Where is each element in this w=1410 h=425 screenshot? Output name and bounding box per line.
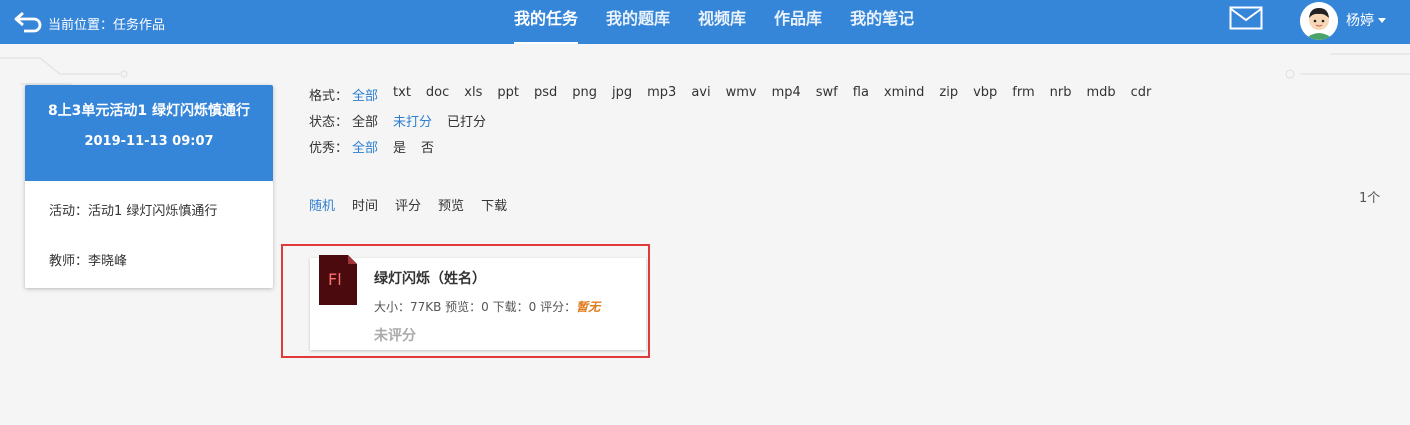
status-filter: 状态： 全部 未打分 已打分 xyxy=(309,111,501,130)
task-card: 8上3单元活动1 绿灯闪烁慎通行 2019-11-13 09:07 活动：活动1… xyxy=(25,85,273,288)
format-option[interactable]: 全部 xyxy=(352,85,378,104)
user-name: 杨婷 xyxy=(1346,13,1374,29)
sort-option[interactable]: 时间 xyxy=(352,195,378,214)
status-option[interactable]: 已打分 xyxy=(447,111,486,130)
fl-icon-label: Fl xyxy=(328,270,342,289)
task-title: 8上3单元活动1 绿灯闪烁慎通行 xyxy=(47,103,251,119)
format-option[interactable]: txt xyxy=(393,85,411,104)
format-option[interactable]: xmind xyxy=(884,85,924,104)
format-option[interactable]: xls xyxy=(464,85,482,104)
sort-option[interactable]: 预览 xyxy=(438,195,464,214)
format-option[interactable]: wmv xyxy=(726,85,757,104)
format-option[interactable]: avi xyxy=(691,85,710,104)
sort-option[interactable]: 评分 xyxy=(395,195,421,214)
task-date: 2019-11-13 09:07 xyxy=(84,134,214,149)
user-avatar-icon xyxy=(1300,2,1338,40)
nav-tab-4[interactable]: 我的笔记 xyxy=(836,0,928,44)
main-nav: 我的任务 我的题库 视频库 作品库 我的笔记 xyxy=(500,0,928,44)
nav-tab-2[interactable]: 视频库 xyxy=(684,0,760,44)
avatar[interactable] xyxy=(1300,2,1338,40)
work-stats: 大小：77KB 预览：0 下载：0 评分： xyxy=(374,300,577,314)
nav-tab-0[interactable]: 我的任务 xyxy=(500,0,592,44)
format-option[interactable]: swf xyxy=(816,85,838,104)
sort-option[interactable]: 下载 xyxy=(481,195,507,214)
format-filter-label: 格式： xyxy=(309,89,349,104)
back-arrow-icon xyxy=(14,11,42,33)
format-option[interactable]: ppt xyxy=(497,85,519,104)
format-option[interactable]: psd xyxy=(534,85,557,104)
format-option[interactable]: png xyxy=(572,85,597,104)
status-filter-label: 状态： xyxy=(309,115,349,130)
excellent-filter: 优秀： 全部是否 xyxy=(309,137,449,156)
task-card-header: 8上3单元活动1 绿灯闪烁慎通行 2019-11-13 09:07 xyxy=(25,85,273,181)
excellent-filter-label: 优秀： xyxy=(309,141,349,156)
format-filter: 格式： 全部 txt doc xls ppt psd png jpg mp3 avi wmv mp4 sw… xyxy=(309,85,1166,104)
nav-tab-1[interactable]: 我的题库 xyxy=(592,0,684,44)
work-score: 暂无 xyxy=(576,300,601,314)
task-teacher: 教师：李晓峰 xyxy=(49,254,128,269)
sort-options: 随机 时间 评分 预览 下载 xyxy=(309,195,524,214)
work-status: 未评分 xyxy=(374,328,416,344)
format-option[interactable]: mp3 xyxy=(647,85,676,104)
mail-icon[interactable] xyxy=(1229,6,1263,30)
work-meta: 大小：77KB 预览：0 下载：0 评分：暂无 xyxy=(374,298,600,315)
status-option[interactable]: 全部 xyxy=(352,111,378,130)
top-bar: 当前位置：任务作品 我的任务 我的题库 视频库 作品库 我的笔记 杨婷 xyxy=(0,0,1410,44)
user-menu[interactable]: 杨婷 xyxy=(1346,10,1386,30)
format-option[interactable]: mdb xyxy=(1086,85,1115,104)
excellent-option[interactable]: 是 xyxy=(393,137,406,156)
format-option[interactable]: jpg xyxy=(612,85,632,104)
work-title[interactable]: 绿灯闪烁（姓名） xyxy=(374,268,486,288)
status-option[interactable]: 未打分 xyxy=(393,111,432,130)
back-button[interactable]: 当前位置：任务作品 xyxy=(14,11,165,33)
format-option[interactable]: zip xyxy=(939,85,958,104)
format-option[interactable]: cdr xyxy=(1131,85,1152,104)
format-option[interactable]: doc xyxy=(426,85,449,104)
format-option[interactable]: nrb xyxy=(1050,85,1072,104)
task-activity: 活动：活动1 绿灯闪烁慎通行 xyxy=(49,204,218,219)
format-option[interactable]: mp4 xyxy=(772,85,801,104)
format-option[interactable]: fla xyxy=(853,85,869,104)
excellent-option[interactable]: 全部 xyxy=(352,137,378,156)
breadcrumb: 当前位置：任务作品 xyxy=(48,17,166,33)
sort-option[interactable]: 随机 xyxy=(309,195,335,214)
result-count: 1个 xyxy=(1359,191,1381,206)
excellent-option[interactable]: 否 xyxy=(421,137,434,156)
format-option[interactable]: vbp xyxy=(973,85,997,104)
work-item[interactable]: Fl 绿灯闪烁（姓名） 大小：77KB 预览：0 下载：0 评分：暂无 未评分 xyxy=(310,255,646,350)
nav-tab-3[interactable]: 作品库 xyxy=(760,0,836,44)
caret-down-icon xyxy=(1378,18,1386,23)
fl-file-icon[interactable]: Fl xyxy=(319,255,357,305)
format-option[interactable]: frm xyxy=(1012,85,1034,104)
